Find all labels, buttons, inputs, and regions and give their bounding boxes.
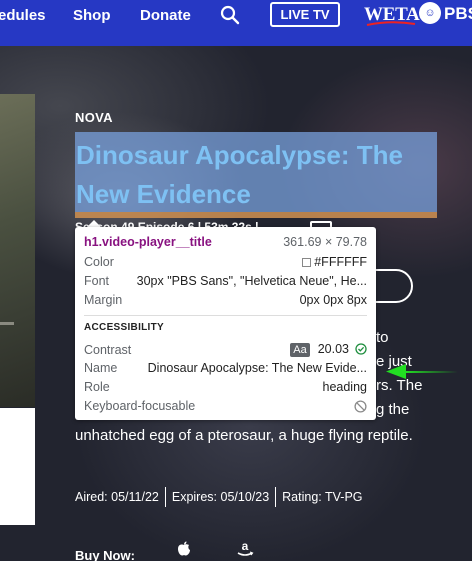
pbs-logo-text[interactable]: PBS xyxy=(444,4,472,24)
amazon-icon[interactable]: a xyxy=(236,540,254,558)
keyboard-focusable-label: Keyboard-focusable xyxy=(84,399,196,413)
element-size: 361.69 × 79.78 xyxy=(283,235,367,249)
inspector-row-contrast: Contrast Aa 20.03 xyxy=(84,342,367,357)
margin-label: Margin xyxy=(84,293,123,307)
color-label: Color xyxy=(84,255,114,269)
air-info-row: Aired: 05/11/22 Expires: 05/10/23 Rating… xyxy=(75,487,363,507)
color-swatch-icon xyxy=(302,258,312,267)
svg-text:a: a xyxy=(242,540,249,553)
buy-now-label: Buy Now: xyxy=(75,548,135,561)
annotation-arrow-icon xyxy=(386,364,458,379)
top-nav: edules Shop Donate LIVE TV WETA ☺ PBS xyxy=(0,0,472,46)
inspector-header: h1.video-player__title 361.69 × 79.78 xyxy=(84,235,367,249)
expires-date: Expires: 05/10/23 xyxy=(171,490,270,504)
contrast-ratio: 20.03 xyxy=(317,342,349,356)
search-icon[interactable] xyxy=(220,5,240,25)
description-fragment: g the xyxy=(376,401,410,418)
episode-description: unhatched egg of a pterosaur, a huge fly… xyxy=(75,427,413,444)
divider xyxy=(84,315,367,316)
inspector-row-focusable: Keyboard-focusable xyxy=(84,399,367,413)
contrast-value: Aa 20.03 xyxy=(290,342,367,357)
name-label: Name xyxy=(84,361,118,375)
inspector-row-color: Color #FFFFFF xyxy=(84,255,367,269)
inspector-row-font: Font 30px "PBS Sans", "Helvetica Neue", … xyxy=(84,274,367,288)
not-allowed-icon xyxy=(354,399,367,413)
contrast-label: Contrast xyxy=(84,342,132,357)
inspector-row-name: Name Dinosaur Apocalypse: The New Evide.… xyxy=(84,361,367,375)
rating: Rating: TV-PG xyxy=(282,490,363,504)
name-value: Dinosaur Apocalypse: The New Evide... xyxy=(147,361,367,375)
font-label: Font xyxy=(84,274,110,288)
color-hex: #FFFFFF xyxy=(314,255,367,269)
contrast-sample-badge: Aa xyxy=(290,343,310,357)
inspector-tooltip: h1.video-player__title 361.69 × 79.78 Co… xyxy=(75,227,376,420)
apple-icon[interactable] xyxy=(177,541,191,557)
inspector-row-role: Role heading xyxy=(84,380,367,394)
element-selector: h1.video-player__title xyxy=(84,235,212,249)
color-value: #FFFFFF xyxy=(302,255,367,269)
live-tv-button[interactable]: LIVE TV xyxy=(270,2,340,27)
role-value: heading xyxy=(322,380,368,394)
hero-image-edge xyxy=(0,322,14,325)
hero-image xyxy=(0,94,35,407)
weta-swoosh-icon xyxy=(366,21,416,26)
role-label: Role xyxy=(84,380,110,394)
nav-donate-link[interactable]: Donate xyxy=(140,7,191,24)
divider xyxy=(164,487,166,507)
pbs-logo-icon[interactable]: ☺ xyxy=(419,2,441,24)
margin-value: 0px 0px 8px xyxy=(299,293,367,307)
check-circle-icon xyxy=(355,343,367,355)
aired-date: Aired: 05/11/22 xyxy=(75,490,159,504)
nav-schedules-link[interactable]: edules xyxy=(0,7,46,24)
font-value: 30px "PBS Sans", "Helvetica Neue", He... xyxy=(136,274,367,288)
nav-shop-link[interactable]: Shop xyxy=(73,7,111,24)
side-panel xyxy=(0,408,35,525)
description-fragment: to xyxy=(376,329,389,346)
video-title: Dinosaur Apocalypse: The New Evidence xyxy=(76,140,403,209)
inspector-row-margin: Margin 0px 0px 8px xyxy=(84,293,367,307)
divider xyxy=(275,487,277,507)
accessibility-section-title: ACCESSIBILITY xyxy=(84,322,165,333)
show-eyebrow[interactable]: NOVA xyxy=(75,110,113,125)
